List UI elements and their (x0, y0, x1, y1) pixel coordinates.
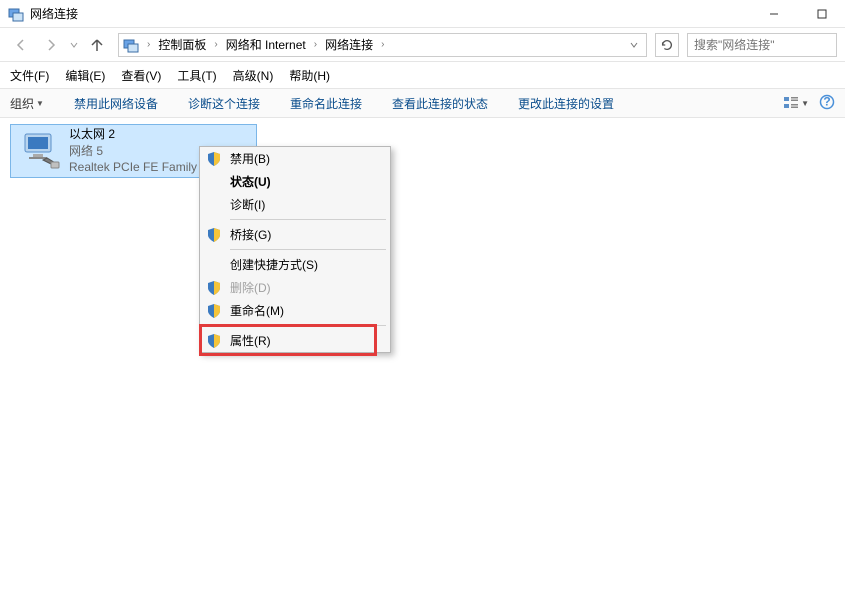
menu-item-label: 属性(R) (230, 332, 271, 349)
dropdown-arrow-icon[interactable] (626, 38, 642, 52)
menu-item-label: 删除(D) (230, 279, 271, 296)
context-menu-item[interactable]: 禁用(B) (200, 147, 390, 170)
chevron-right-icon[interactable]: › (377, 39, 388, 50)
connection-text: 以太网 2 网络 5 Realtek PCIe FE Family (69, 126, 197, 176)
context-menu: 禁用(B) 状态(U) 诊断(I) 桥接(G) 创建快捷方式(S) 删除(D) 重命名(M)… (199, 146, 391, 353)
dropdown-arrow-icon: ▼ (36, 99, 44, 108)
svg-text:?: ? (823, 94, 830, 108)
menu-edit[interactable]: 编辑(E) (65, 67, 105, 84)
toolbar: 组织 ▼ 禁用此网络设备 诊断这个连接 重命名此连接 查看此连接的状态 更改此连… (0, 88, 845, 118)
view-mode-button[interactable]: ▼ (783, 96, 809, 110)
network-connections-icon (8, 6, 24, 22)
menu-item-label: 状态(U) (230, 173, 271, 190)
context-menu-item[interactable]: 诊断(I) (200, 193, 390, 216)
shield-icon (206, 227, 222, 243)
disable-device-button[interactable]: 禁用此网络设备 (74, 95, 158, 112)
change-settings-button[interactable]: 更改此连接的设置 (518, 95, 614, 112)
window-controls (759, 4, 837, 24)
chevron-right-icon[interactable]: › (210, 39, 221, 50)
context-menu-item[interactable]: 创建快捷方式(S) (200, 253, 390, 276)
context-menu-item: 删除(D) (200, 276, 390, 299)
menu-item-label: 重命名(M) (230, 302, 284, 319)
back-button[interactable] (8, 32, 34, 58)
connection-network: 网络 5 (69, 143, 197, 160)
maximize-button[interactable] (807, 4, 837, 24)
connection-adapter: Realtek PCIe FE Family (69, 159, 197, 176)
network-connections-icon (123, 37, 139, 53)
shield-icon (206, 333, 222, 349)
context-menu-item[interactable]: 属性(R) (200, 329, 390, 352)
refresh-button[interactable] (655, 33, 679, 57)
view-status-button[interactable]: 查看此连接的状态 (392, 95, 488, 112)
content-area: 以太网 2 网络 5 Realtek PCIe FE Family (0, 118, 845, 184)
menu-item-label: 诊断(I) (230, 196, 265, 213)
breadcrumb-item[interactable]: 控制面板 (156, 36, 208, 53)
titlebar: 网络连接 (0, 0, 845, 28)
context-menu-item[interactable]: 状态(U) (200, 170, 390, 193)
search-box[interactable] (687, 33, 837, 57)
chevron-right-icon[interactable]: › (143, 39, 154, 50)
menu-file[interactable]: 文件(F) (10, 67, 49, 84)
view-controls: ▼ ? (783, 94, 835, 113)
context-menu-item[interactable]: 桥接(G) (200, 223, 390, 246)
menu-view[interactable]: 查看(V) (121, 67, 161, 84)
menu-help[interactable]: 帮助(H) (289, 67, 330, 84)
minimize-button[interactable] (759, 4, 789, 24)
menu-separator (230, 219, 386, 220)
connection-name: 以太网 2 (69, 126, 197, 143)
organize-button[interactable]: 组织 ▼ (10, 95, 44, 112)
forward-button[interactable] (38, 32, 64, 58)
menu-item-label: 创建快捷方式(S) (230, 256, 318, 273)
organize-label: 组织 (10, 95, 34, 112)
shield-icon (206, 303, 222, 319)
up-button[interactable] (84, 32, 110, 58)
addressbar: › 控制面板 › 网络和 Internet › 网络连接 › (0, 28, 845, 62)
breadcrumb-item[interactable]: 网络连接 (323, 36, 375, 53)
diagnose-button[interactable]: 诊断这个连接 (188, 95, 260, 112)
menu-tools[interactable]: 工具(T) (177, 67, 216, 84)
window-title: 网络连接 (30, 5, 759, 22)
shield-icon (206, 280, 222, 296)
chevron-right-icon[interactable]: › (310, 39, 321, 50)
breadcrumb-item[interactable]: 网络和 Internet (224, 36, 308, 53)
menu-separator (230, 249, 386, 250)
menu-item-label: 桥接(G) (230, 226, 271, 243)
ethernet-adapter-icon (19, 130, 61, 172)
menubar: 文件(F) 编辑(E) 查看(V) 工具(T) 高级(N) 帮助(H) (0, 62, 845, 88)
menu-item-label: 禁用(B) (230, 150, 270, 167)
search-input[interactable] (694, 38, 830, 52)
menu-advanced[interactable]: 高级(N) (233, 67, 274, 84)
history-dropdown[interactable] (68, 32, 80, 58)
dropdown-arrow-icon: ▼ (801, 99, 809, 108)
address-path[interactable]: › 控制面板 › 网络和 Internet › 网络连接 › (118, 33, 647, 57)
context-menu-item[interactable]: 重命名(M) (200, 299, 390, 322)
help-button[interactable]: ? (819, 94, 835, 113)
menu-separator (230, 325, 386, 326)
shield-icon (206, 151, 222, 167)
rename-button[interactable]: 重命名此连接 (290, 95, 362, 112)
